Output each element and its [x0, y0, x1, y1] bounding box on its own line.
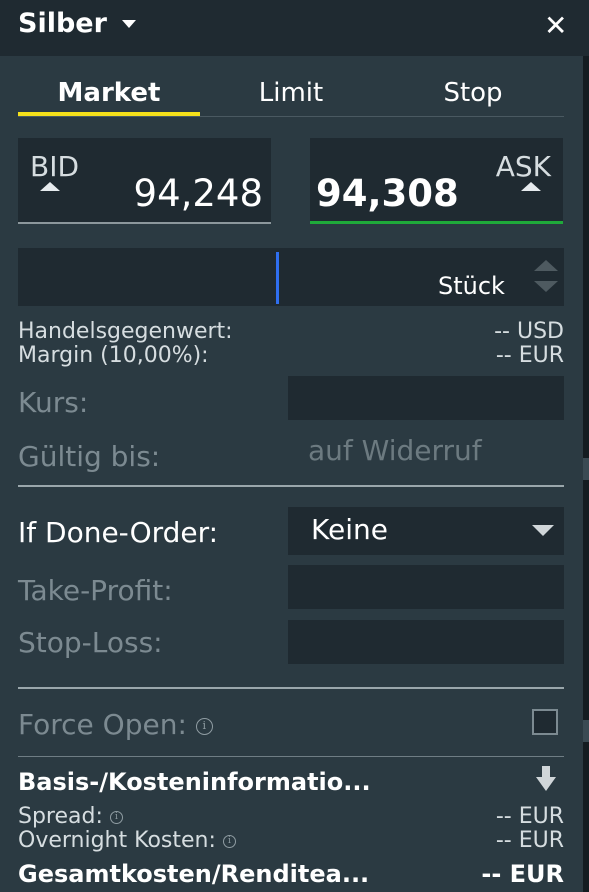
force-open-label: Force Open: i — [18, 708, 213, 741]
if-done-selected: Keine — [311, 513, 388, 546]
ask-price: 94,308 — [316, 172, 459, 215]
margin-label: Margin (10,00%): — [18, 343, 209, 368]
tab-limit[interactable]: Limit — [200, 78, 382, 108]
close-icon[interactable]: ✕ — [544, 10, 567, 42]
quantity-input[interactable]: Stück — [18, 248, 564, 306]
take-profit-input[interactable] — [288, 565, 564, 609]
info-icon[interactable]: i — [195, 717, 213, 735]
chevron-down-icon[interactable] — [122, 20, 136, 28]
bid-price: 94,248 — [133, 172, 263, 215]
tab-stop[interactable]: Stop — [382, 78, 564, 108]
arrow-up-icon — [521, 182, 541, 191]
overnight-label: Overnight Kosten: i — [18, 829, 236, 853]
text-cursor — [276, 252, 279, 304]
section-divider — [18, 687, 564, 689]
quantity-unit: Stück — [438, 272, 505, 300]
force-open-checkbox[interactable] — [532, 709, 558, 735]
handelsgegenwert-label: Handelsgegenwert: — [18, 319, 233, 344]
ask-label: ASK — [495, 150, 551, 183]
spread-text: Spread: — [18, 804, 103, 829]
if-done-select[interactable]: Keine — [288, 507, 564, 555]
info-icon[interactable]: i — [222, 834, 236, 848]
kurs-input[interactable] — [288, 376, 564, 420]
if-done-label: If Done-Order: — [18, 516, 219, 549]
info-icon[interactable]: i — [109, 810, 123, 824]
spread-label: Spread: i — [18, 805, 123, 829]
tabs-divider — [18, 116, 564, 117]
handelsgegenwert-value: -- USD — [494, 319, 564, 344]
bid-button[interactable]: BID 94,248 — [18, 138, 271, 224]
header-bar: Silber ✕ — [0, 0, 589, 56]
tab-market[interactable]: Market — [18, 78, 200, 108]
download-arrow-icon[interactable] — [536, 766, 556, 792]
arrow-up-icon — [40, 182, 60, 191]
overnight-value: -- EUR — [495, 828, 564, 853]
chevron-down-icon — [532, 525, 554, 536]
gueltig-bis-value[interactable]: auf Widerruf — [308, 434, 482, 467]
gesamtkosten-value: -- EUR — [481, 860, 564, 888]
overnight-text: Overnight Kosten: — [18, 828, 216, 853]
spread-value: -- EUR — [495, 804, 564, 829]
costs-section-title[interactable]: Basis-/Kosteninformatio... — [18, 768, 371, 796]
margin-value: -- EUR — [495, 343, 564, 368]
kurs-label: Kurs: — [18, 386, 89, 419]
stop-loss-input[interactable] — [288, 620, 564, 664]
take-profit-label: Take-Profit: — [18, 574, 173, 607]
stepper-up-icon[interactable] — [534, 260, 558, 271]
gueltig-bis-label: Gültig bis: — [18, 440, 161, 473]
stop-loss-label: Stop-Loss: — [18, 626, 163, 659]
bid-label: BID — [30, 150, 80, 183]
gesamtkosten-label: Gesamtkosten/Renditea... — [18, 860, 370, 888]
scrollbar-marker — [583, 720, 589, 742]
section-divider — [18, 756, 564, 757]
force-open-text: Force Open: — [18, 708, 187, 741]
ask-button[interactable]: ASK 94,308 — [310, 138, 563, 224]
instrument-title[interactable]: Silber — [18, 8, 107, 39]
stepper-down-icon[interactable] — [534, 281, 558, 292]
scrollbar-marker — [583, 458, 589, 480]
section-divider — [18, 485, 564, 487]
